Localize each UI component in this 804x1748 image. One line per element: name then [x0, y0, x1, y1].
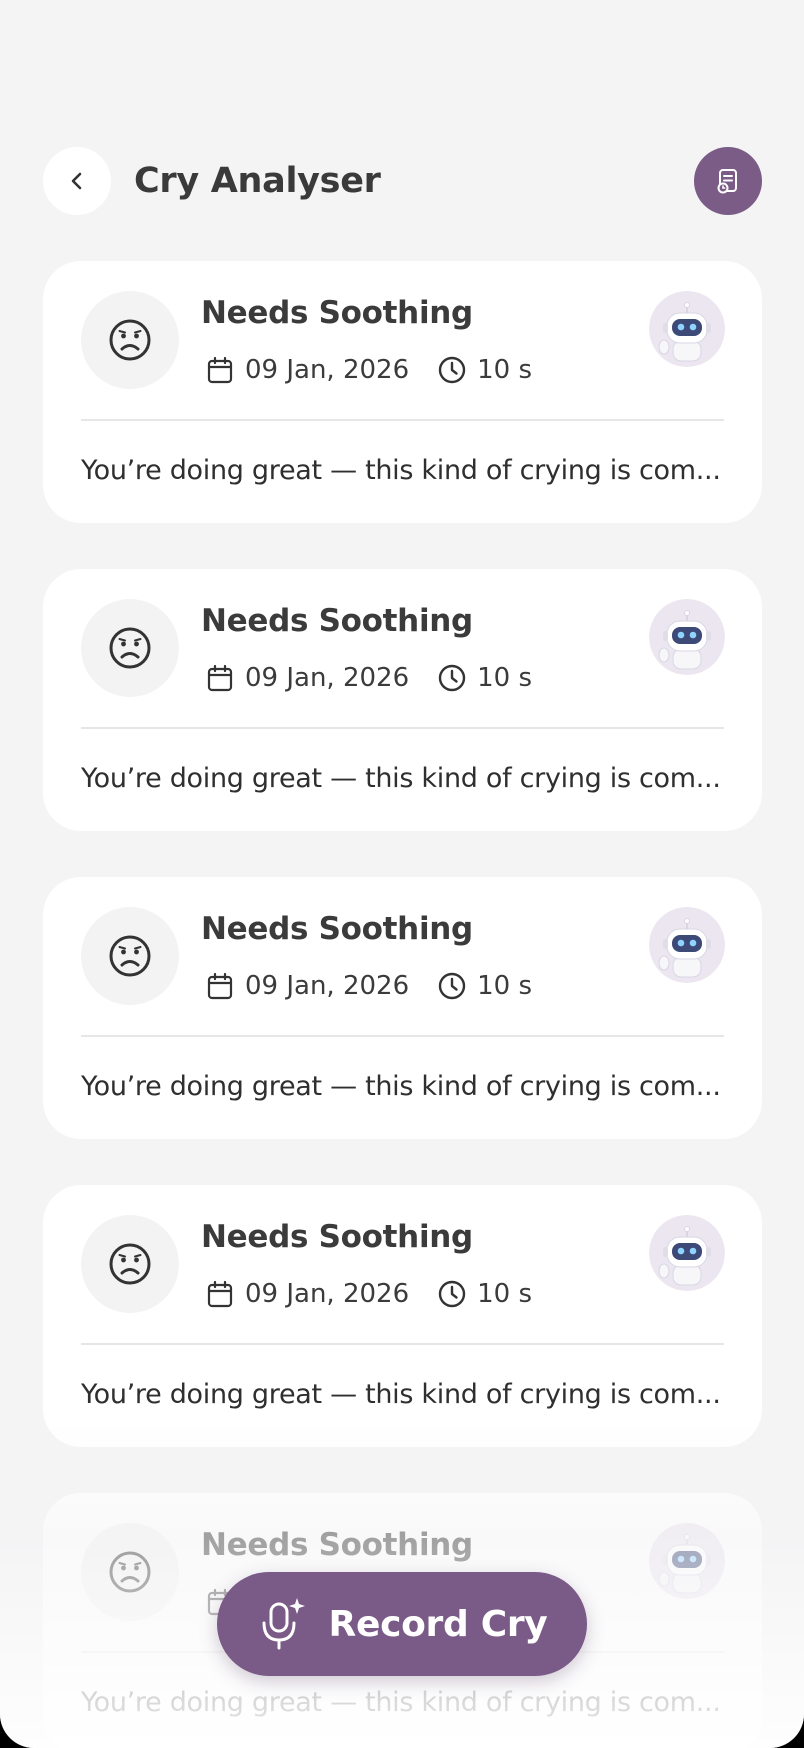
card-meta: 09 Jan, 2026 10 s — [205, 1279, 532, 1309]
record-cry-label: Record Cry — [328, 1603, 548, 1645]
sad-face-icon — [109, 627, 151, 669]
card-title: Needs Soothing — [201, 911, 473, 947]
cry-record-card[interactable]: Needs Soothing 09 Jan, 2026 10 s — [43, 1185, 762, 1447]
calendar-icon — [207, 972, 233, 1000]
card-title: Needs Soothing — [201, 603, 473, 639]
robot-avatar — [649, 907, 725, 983]
calendar-icon — [207, 356, 233, 384]
card-divider — [81, 727, 724, 729]
chevron-left-icon — [71, 172, 82, 190]
calendar-icon — [207, 664, 233, 692]
emotion-badge — [81, 907, 179, 1005]
card-snippet: You’re doing great — this kind of crying… — [81, 1379, 721, 1410]
card-title: Needs Soothing — [201, 1219, 473, 1255]
emotion-badge — [81, 1215, 179, 1313]
sad-face-icon — [109, 1243, 151, 1285]
card-duration: 10 s — [477, 1279, 533, 1309]
record-cry-button[interactable]: Record Cry — [217, 1572, 587, 1676]
robot-avatar — [649, 1523, 725, 1599]
history-document-icon — [717, 169, 737, 194]
card-meta: 09 Jan, 2026 10 s — [205, 355, 532, 385]
sad-face-icon — [109, 1551, 151, 1593]
clock-icon — [438, 1280, 466, 1308]
card-date: 09 Jan, 2026 — [245, 971, 410, 1001]
clock-icon — [438, 972, 466, 1000]
emotion-badge — [81, 599, 179, 697]
header: Cry Analyser — [0, 147, 804, 217]
clock-icon — [438, 664, 466, 692]
card-date: 09 Jan, 2026 — [245, 663, 410, 693]
robot-avatar — [649, 291, 725, 367]
cry-record-card[interactable]: Needs Soothing 09 Jan, 2026 10 s — [43, 261, 762, 523]
calendar-icon — [207, 1280, 233, 1308]
card-snippet: You’re doing great — this kind of crying… — [81, 1071, 721, 1102]
card-title: Needs Soothing — [201, 295, 473, 331]
history-button[interactable] — [694, 147, 762, 215]
card-meta: 09 Jan, 2026 10 s — [205, 971, 532, 1001]
emotion-badge — [81, 291, 179, 389]
card-meta: 09 Jan, 2026 10 s — [205, 663, 532, 693]
clock-icon — [438, 356, 466, 384]
card-snippet: You’re doing great — this kind of crying… — [81, 455, 721, 486]
cry-record-card[interactable]: Needs Soothing 09 Jan, 2026 10 s — [43, 877, 762, 1139]
card-duration: 10 s — [477, 355, 533, 385]
cry-history-list: Needs Soothing 09 Jan, 2026 10 s You’re … — [43, 261, 762, 1748]
card-date: 09 Jan, 2026 — [245, 1279, 410, 1309]
robot-avatar — [649, 599, 725, 675]
card-divider — [81, 1035, 724, 1037]
sad-face-icon — [109, 319, 151, 361]
card-title: Needs Soothing — [201, 1527, 473, 1563]
card-snippet: You’re doing great — this kind of crying… — [81, 763, 721, 794]
page-title: Cry Analyser — [134, 161, 381, 201]
back-button[interactable] — [43, 147, 111, 215]
card-date: 09 Jan, 2026 — [245, 355, 410, 385]
robot-avatar — [649, 1215, 725, 1291]
card-duration: 10 s — [477, 663, 533, 693]
cry-analyser-screen: Cry Analyser Needs Soothing 09 Jan, 2026… — [0, 0, 804, 1748]
card-snippet: You’re doing great — this kind of crying… — [81, 1687, 721, 1718]
sad-face-icon — [109, 935, 151, 977]
emotion-badge — [81, 1523, 179, 1621]
card-divider — [81, 419, 724, 421]
card-divider — [81, 1343, 724, 1345]
card-duration: 10 s — [477, 971, 533, 1001]
microphone-sparkle-icon — [262, 1598, 305, 1650]
cry-record-card[interactable]: Needs Soothing 09 Jan, 2026 10 s — [43, 569, 762, 831]
